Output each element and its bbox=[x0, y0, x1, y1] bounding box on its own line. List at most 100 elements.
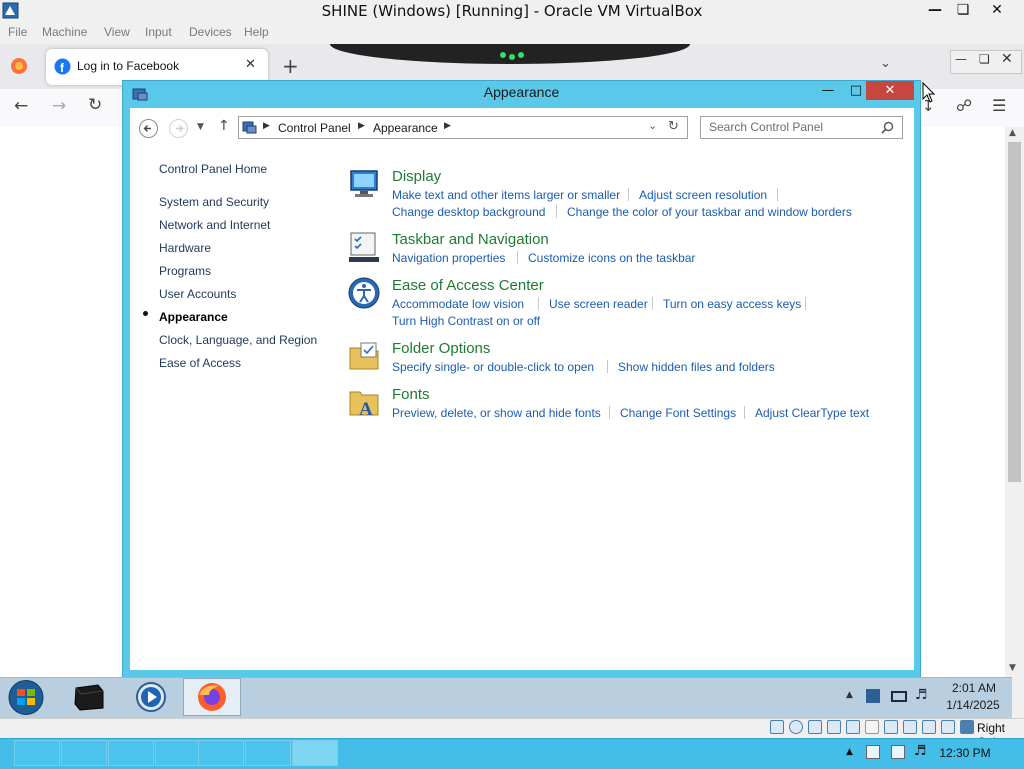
link-change-background[interactable]: Change desktop background bbox=[392, 205, 545, 219]
close-icon[interactable]: ✕ bbox=[1001, 51, 1013, 67]
sidebar-item-programs[interactable]: Programs bbox=[159, 264, 211, 278]
link-customize-taskbar-icons[interactable]: Customize icons on the taskbar bbox=[528, 251, 695, 265]
breadcrumb-arrow-icon[interactable]: ▶ bbox=[444, 121, 451, 131]
host-tray-expand-icon[interactable]: ▲ bbox=[846, 747, 853, 757]
host-tray-volume-icon[interactable]: ♬ bbox=[914, 743, 927, 759]
category-folder-options-title[interactable]: Folder Options bbox=[392, 340, 490, 357]
search-icon[interactable] bbox=[881, 121, 894, 134]
sidebar-item-system-security[interactable]: System and Security bbox=[159, 195, 269, 209]
new-tab-icon[interactable]: + bbox=[282, 54, 299, 78]
scroll-down-icon[interactable]: ▼ bbox=[1009, 663, 1016, 673]
back-icon[interactable]: ← bbox=[14, 96, 28, 116]
recording-icon[interactable] bbox=[903, 720, 917, 734]
vbox-menu-view[interactable]: View bbox=[104, 25, 130, 39]
category-ease-of-access-title[interactable]: Ease of Access Center bbox=[392, 277, 544, 294]
link-make-text-larger[interactable]: Make text and other items larger or smal… bbox=[392, 188, 620, 202]
vbox-menu-devices[interactable]: Devices bbox=[189, 25, 232, 39]
forward-button-icon[interactable] bbox=[168, 118, 189, 139]
menu-icon[interactable]: ☰ bbox=[992, 96, 1006, 115]
audio-icon[interactable] bbox=[808, 720, 822, 734]
terminal-app-icon[interactable] bbox=[72, 682, 106, 712]
host-firefox-icon[interactable] bbox=[155, 740, 201, 766]
firefox-view-icon[interactable] bbox=[10, 57, 28, 75]
host-vm-icon[interactable] bbox=[245, 740, 291, 766]
sidebar-item-hardware[interactable]: Hardware bbox=[159, 241, 211, 255]
breadcrumb-arrow-icon[interactable]: ▶ bbox=[263, 121, 270, 131]
recent-pages-icon[interactable]: ▼ bbox=[197, 122, 204, 132]
link-accommodate-low-vision[interactable]: Accommodate low vision bbox=[392, 297, 524, 311]
link-taskbar-color[interactable]: Change the color of your taskbar and win… bbox=[567, 205, 852, 219]
show-hidden-icons-icon[interactable]: ▲ bbox=[846, 690, 853, 700]
vbox-menu-input[interactable]: Input bbox=[145, 25, 172, 39]
breadcrumb-arrow-icon[interactable]: ▶ bbox=[358, 121, 365, 131]
sidebar-item-appearance[interactable]: Appearance bbox=[159, 310, 228, 324]
refresh-icon[interactable]: ↻ bbox=[668, 119, 679, 134]
display-status-icon[interactable] bbox=[884, 720, 898, 734]
tray-volume-icon[interactable]: ♬ bbox=[915, 687, 928, 703]
link-single-double-click[interactable]: Specify single- or double-click to open bbox=[392, 360, 594, 374]
link-adjust-cleartype[interactable]: Adjust ClearType text bbox=[755, 406, 869, 420]
tray-app-icon[interactable] bbox=[866, 689, 880, 703]
hard-disk-icon[interactable] bbox=[770, 720, 784, 734]
guest-clock-time[interactable]: 2:01 AM bbox=[944, 681, 1004, 695]
vt-x-icon[interactable] bbox=[922, 720, 936, 734]
vbox-menu-help[interactable]: Help bbox=[244, 25, 269, 39]
link-easy-access-keys[interactable]: Turn on easy access keys bbox=[663, 297, 801, 311]
category-fonts-title[interactable]: Fonts bbox=[392, 386, 430, 403]
link-change-font-settings[interactable]: Change Font Settings bbox=[620, 406, 736, 420]
minimize-button[interactable]: — bbox=[814, 81, 842, 100]
sidebar-item-ease-of-access[interactable]: Ease of Access bbox=[159, 356, 241, 370]
guest-clock-date[interactable]: 1/14/2025 bbox=[940, 698, 1006, 712]
optical-drive-icon[interactable] bbox=[789, 720, 803, 734]
host-folder-icon[interactable] bbox=[108, 740, 154, 766]
category-display-title[interactable]: Display bbox=[392, 168, 441, 185]
back-button-icon[interactable] bbox=[138, 118, 159, 139]
breadcrumb-control-panel[interactable]: Control Panel bbox=[278, 121, 351, 135]
minimize-icon[interactable]: — bbox=[955, 52, 967, 66]
up-level-icon[interactable]: ↑ bbox=[218, 118, 230, 134]
host-active-window-icon[interactable] bbox=[292, 740, 338, 766]
restore-icon[interactable]: ❏ bbox=[979, 52, 990, 66]
tab-close-icon[interactable]: ✕ bbox=[245, 57, 256, 72]
guest-right-scrollbar[interactable] bbox=[1012, 677, 1024, 718]
address-dropdown-icon[interactable]: ⌄ bbox=[648, 119, 657, 132]
link-navigation-properties[interactable]: Navigation properties bbox=[392, 251, 505, 265]
sidebar-item-network-internet[interactable]: Network and Internet bbox=[159, 218, 270, 232]
vbox-restore-button[interactable]: ❏ bbox=[946, 0, 980, 20]
tray-network-icon[interactable] bbox=[891, 691, 907, 702]
vbox-menu-file[interactable]: File bbox=[8, 25, 27, 39]
extensions-icon[interactable]: ☍ bbox=[956, 96, 972, 115]
sidebar-item-user-accounts[interactable]: User Accounts bbox=[159, 287, 236, 301]
close-button[interactable]: ✕ bbox=[866, 81, 914, 100]
link-adjust-resolution[interactable]: Adjust screen resolution bbox=[639, 188, 767, 202]
category-taskbar-title[interactable]: Taskbar and Navigation bbox=[392, 231, 549, 248]
usb-icon[interactable] bbox=[846, 720, 860, 734]
scroll-up-icon[interactable]: ▲ bbox=[1009, 128, 1016, 138]
vbox-menu-machine[interactable]: Machine bbox=[42, 25, 87, 39]
link-use-screen-reader[interactable]: Use screen reader bbox=[549, 297, 648, 311]
link-high-contrast[interactable]: Turn High Contrast on or off bbox=[392, 314, 540, 328]
list-tabs-icon[interactable]: ⌄ bbox=[880, 56, 891, 71]
network-adapter-icon[interactable] bbox=[827, 720, 841, 734]
host-clock-time[interactable]: 12:30 PM bbox=[930, 746, 1000, 760]
keyboard-capture-icon[interactable] bbox=[960, 720, 974, 734]
host-file-explorer-icon[interactable] bbox=[14, 740, 60, 766]
host-virtualbox-icon[interactable] bbox=[198, 740, 244, 766]
forward-icon[interactable]: → bbox=[52, 96, 66, 116]
start-button-icon[interactable] bbox=[6, 679, 46, 716]
link-preview-fonts[interactable]: Preview, delete, or show and hide fonts bbox=[392, 406, 601, 420]
sidebar-control-panel-home[interactable]: Control Panel Home bbox=[159, 162, 267, 176]
vbox-close-button[interactable]: ✕ bbox=[980, 0, 1014, 20]
search-input[interactable]: Search Control Panel bbox=[700, 116, 903, 139]
host-tray-flag-icon[interactable] bbox=[866, 745, 880, 759]
breadcrumb-appearance[interactable]: Appearance bbox=[373, 121, 438, 135]
sidebar-item-clock-language-region[interactable]: Clock, Language, and Region bbox=[159, 333, 317, 347]
host-tray-network-icon[interactable] bbox=[891, 745, 905, 759]
host-powershell-icon[interactable] bbox=[61, 740, 107, 766]
mouse-integration-icon[interactable] bbox=[941, 720, 955, 734]
page-scroll-thumb[interactable] bbox=[1008, 142, 1021, 482]
link-show-hidden-files[interactable]: Show hidden files and folders bbox=[618, 360, 775, 374]
media-player-icon[interactable] bbox=[134, 681, 168, 713]
shared-folders-icon[interactable] bbox=[865, 720, 879, 734]
reload-icon[interactable]: ↻ bbox=[88, 95, 102, 115]
